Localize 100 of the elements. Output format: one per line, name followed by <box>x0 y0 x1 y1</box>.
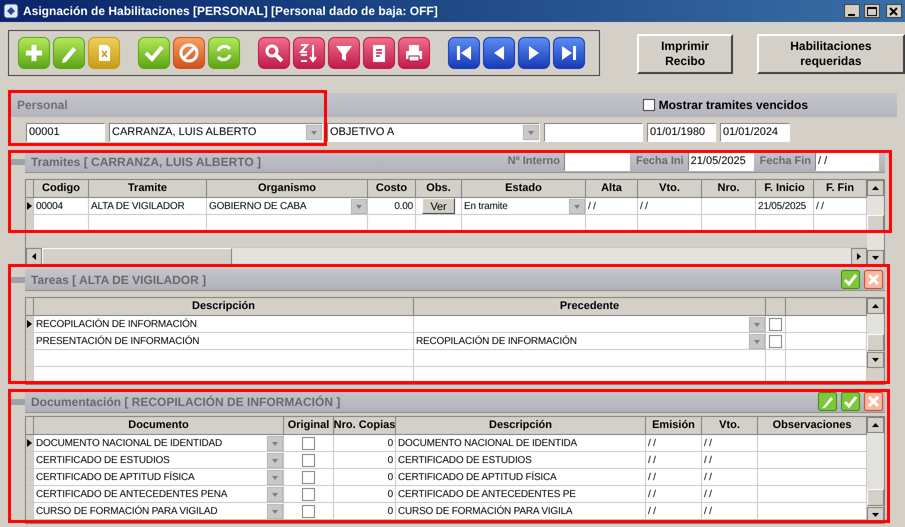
table-cell: 0 <box>334 452 396 469</box>
dropdown-arrow-icon[interactable] <box>569 198 585 214</box>
last-button[interactable] <box>553 37 585 69</box>
scroll-up-button[interactable] <box>867 298 884 314</box>
table-cell: RECOPILACIÓN DE INFORMACIÓN <box>34 316 414 333</box>
dropdown-arrow-icon[interactable] <box>749 334 765 348</box>
maximize-button[interactable] <box>864 4 880 18</box>
scroll-thumb[interactable] <box>867 334 884 351</box>
window-title: Asignación de Habilitaciones [PERSONAL] [Personal dado de baja: OFF] <box>23 3 438 20</box>
add-button[interactable] <box>18 37 50 69</box>
table-cell: 21/05/2025 <box>756 198 814 215</box>
dropdown-arrow-icon[interactable] <box>749 316 765 332</box>
section-title: Personal <box>17 97 68 114</box>
scroll-up-button[interactable] <box>867 180 884 196</box>
scroll-right-button[interactable] <box>851 248 867 265</box>
dropdown-arrow-icon[interactable] <box>267 486 283 502</box>
dropdown-cell[interactable]: En tramite <box>462 198 586 215</box>
printer-button[interactable] <box>398 37 430 69</box>
dropdown-arrow-icon[interactable] <box>267 452 283 468</box>
dropdown-cell[interactable]: GOBIERNO DE CABA <box>207 198 368 215</box>
dropdown-cell[interactable]: CERTIFICADO DE ANTECEDENTES PENA <box>34 486 284 503</box>
checkbox[interactable] <box>302 488 315 500</box>
view-button[interactable]: Ver <box>422 198 456 214</box>
dropdown-arrow-icon[interactable] <box>267 470 283 484</box>
clipboard-button[interactable] <box>363 37 395 69</box>
dropdown-cell[interactable]: DOCUMENTO NACIONAL DE IDENTIDAD <box>34 435 284 452</box>
input-field[interactable] <box>564 152 630 171</box>
scroll-thumb[interactable] <box>867 489 884 506</box>
table-cell: 0.00 <box>368 198 416 215</box>
dropdown-cell[interactable] <box>414 316 766 333</box>
dropdown-arrow-icon[interactable] <box>351 198 367 214</box>
scrollbar[interactable] <box>26 248 867 265</box>
dropdown-cell[interactable]: CERTIFICADO DE ESTUDIOS <box>34 452 284 469</box>
document-button[interactable] <box>88 37 120 69</box>
app-icon <box>3 3 19 19</box>
checkbox[interactable] <box>302 454 315 466</box>
dropdown-arrow-icon[interactable] <box>267 504 283 518</box>
table-cell: CERTIFICADO DE APTITUD FÍSICA <box>396 469 646 486</box>
table-cell: 0 <box>334 486 396 503</box>
checkbox[interactable] <box>302 436 315 450</box>
code-field[interactable]: 00001 <box>26 123 105 142</box>
scroll-down-button[interactable] <box>867 352 884 368</box>
pencil-button[interactable] <box>53 37 85 69</box>
dropdown-arrow-icon[interactable] <box>267 436 283 450</box>
table-cell: / / <box>646 503 702 520</box>
action-button[interactable]: Habilitaciones requeridas <box>756 34 905 74</box>
confirm-button[interactable] <box>841 270 860 289</box>
filter-button[interactable] <box>328 37 360 69</box>
table-cell: / / <box>646 452 702 469</box>
edit-button[interactable] <box>818 392 837 411</box>
delete-button[interactable] <box>864 392 883 411</box>
first-button[interactable] <box>448 37 480 69</box>
objective-field[interactable]: OBJETIVO A <box>327 123 540 142</box>
date-field[interactable]: / / <box>815 152 879 171</box>
scroll-thumb[interactable] <box>42 248 232 265</box>
table-cell: / / <box>646 435 702 452</box>
field-label: Nº Interno <box>508 154 560 170</box>
input-field[interactable] <box>544 123 643 142</box>
dropdown-arrow-icon[interactable] <box>306 125 322 140</box>
next-button[interactable] <box>518 37 550 69</box>
table-cell: 0 <box>334 435 396 452</box>
row-selector[interactable] <box>26 198 34 215</box>
name-field[interactable]: CARRANZA, LUIS ALBERTO <box>109 123 323 142</box>
date-field[interactable]: 01/01/1980 <box>647 123 716 142</box>
dropdown-cell[interactable]: CURSO DE FORMACIÓN PARA VIGILAD <box>34 503 284 520</box>
close-button[interactable] <box>886 4 902 18</box>
delete-button[interactable] <box>864 270 883 289</box>
checkbox[interactable] <box>769 318 782 330</box>
refresh-button[interactable] <box>208 37 240 69</box>
field-label: Fecha Fin <box>760 154 811 170</box>
table-cell: 00004 <box>34 198 89 215</box>
checkbox[interactable] <box>302 470 315 484</box>
table-cell: DOCUMENTO NACIONAL DE IDENTIDA <box>396 435 646 452</box>
scroll-left-button[interactable] <box>26 248 42 265</box>
minimize-button[interactable] <box>844 4 860 18</box>
dropdown-cell[interactable]: CERTIFICADO DE APTITUD FÍSICA <box>34 469 284 486</box>
action-button[interactable]: Imprimir Recibo <box>637 34 733 74</box>
scrollbar[interactable] <box>867 180 884 266</box>
row-selector[interactable] <box>26 316 34 333</box>
previous-button[interactable] <box>483 37 515 69</box>
confirm-button[interactable] <box>841 392 860 411</box>
scrollbar[interactable] <box>867 417 884 523</box>
checkbox[interactable] <box>769 334 782 348</box>
sort-button[interactable] <box>293 37 325 69</box>
table-cell: / / <box>702 452 758 469</box>
scroll-up-button[interactable] <box>867 417 884 433</box>
scroll-down-button[interactable] <box>867 250 884 266</box>
dropdown-cell[interactable]: RECOPILACIÓN DE INFORMACIÓN <box>414 333 766 350</box>
row-selector[interactable] <box>26 435 34 452</box>
date-field[interactable]: 01/01/2024 <box>720 123 790 142</box>
dropdown-arrow-icon[interactable] <box>523 125 539 140</box>
checkbox[interactable] <box>642 99 655 111</box>
search-button[interactable] <box>258 37 290 69</box>
table-cell: / / <box>814 198 867 215</box>
scrollbar[interactable] <box>867 298 884 368</box>
cancel-button[interactable] <box>173 37 205 69</box>
table-cell: 0 <box>334 469 396 486</box>
check-button[interactable] <box>138 37 170 69</box>
date-field[interactable]: 21/05/2025 <box>688 152 754 171</box>
checkbox[interactable] <box>302 504 315 518</box>
